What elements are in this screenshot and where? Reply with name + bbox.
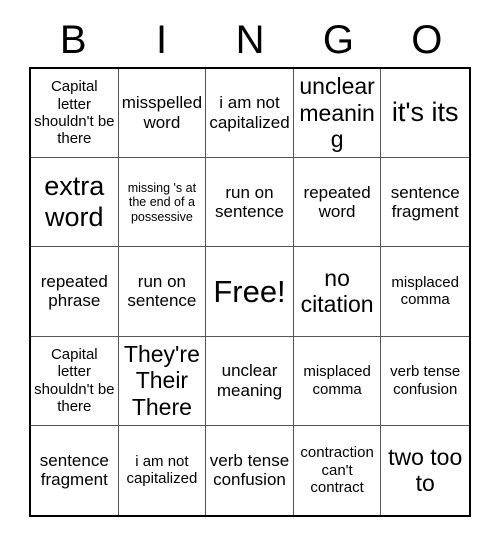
header-letter-b: B — [59, 18, 87, 62]
header-letter-o: O — [411, 18, 443, 62]
header-letter-g: G — [322, 18, 354, 62]
bingo-cell[interactable]: verb tense confusion — [206, 425, 294, 515]
bingo-cell[interactable]: missing 's at the end of a possessive — [118, 158, 207, 248]
bingo-cell-label: contraction can't contract — [300, 444, 374, 497]
bingo-cell-label: Capital letter shouldn't be there — [34, 78, 115, 148]
bingo-cell-label: i am not capitalized — [126, 453, 198, 488]
bingo-cell-label: sentence fragment — [39, 450, 109, 490]
header-letter-i: I — [156, 18, 168, 62]
bingo-grid: Capital letter shouldn't be there misspel… — [29, 67, 471, 517]
bingo-cell[interactable]: two too to — [381, 425, 469, 515]
bingo-cell-label: run on sentence — [214, 182, 284, 222]
bingo-cell[interactable]: run on sentence — [206, 158, 294, 248]
bingo-cell[interactable]: repeated word — [293, 158, 382, 248]
bingo-cell-label: sentence fragment — [390, 182, 460, 222]
bingo-cell[interactable]: contraction can't contract — [293, 425, 382, 515]
bingo-cell-label: repeated phrase — [40, 271, 108, 311]
bingo-cell-label: repeated word — [303, 182, 371, 222]
bingo-cell-label: Free! — [213, 273, 286, 309]
bingo-cell[interactable]: They're Their There — [118, 336, 207, 426]
bingo-cell-label: no citation — [300, 264, 374, 318]
bingo-cell[interactable]: Capital letter shouldn't be there — [31, 69, 119, 159]
bingo-cell-label: misspelled word — [121, 93, 203, 133]
bingo-cell[interactable]: misspelled word — [118, 69, 207, 159]
bingo-cell-label: Capital letter shouldn't be there — [34, 345, 115, 416]
bingo-cell[interactable]: repeated phrase — [31, 247, 119, 337]
bingo-cell[interactable]: misplaced comma — [293, 336, 382, 426]
bingo-cell[interactable]: it's its — [381, 69, 469, 159]
bingo-cell[interactable]: unclear meaning — [206, 336, 294, 426]
bingo-cell-label: misplaced comma — [391, 274, 459, 309]
bingo-cell-label: it's its — [391, 97, 459, 128]
bingo-cell-label: verb tense confusion — [390, 363, 461, 398]
bingo-cell-label: unclear meaning — [299, 73, 375, 153]
bingo-cell[interactable]: i am not capitalized — [206, 69, 294, 159]
bingo-cell-label: unclear meaning — [216, 360, 283, 400]
bingo-cell[interactable]: no citation — [293, 247, 382, 337]
bingo-cell-label: extra word — [44, 170, 105, 233]
bingo-cell[interactable]: extra word — [31, 158, 119, 248]
header-letter-n: N — [235, 18, 265, 62]
bingo-cell[interactable]: unclear meaning — [293, 69, 382, 159]
bingo-cell[interactable]: i am not capitalized — [118, 425, 207, 515]
bingo-cell[interactable]: Free! — [206, 247, 294, 337]
bingo-card: B I N G O Capital letter shouldn't be th… — [0, 0, 500, 544]
bingo-cell-label: missing 's at the end of a possessive — [127, 180, 197, 224]
bingo-cell-label: misplaced comma — [303, 363, 371, 398]
bingo-header: B I N G O — [29, 14, 471, 66]
bingo-cell[interactable]: Capital letter shouldn't be there — [31, 336, 119, 426]
bingo-cell-label: i am not capitalized — [209, 93, 290, 133]
bingo-cell-label: They're Their There — [123, 340, 200, 421]
bingo-cell[interactable]: run on sentence — [118, 247, 207, 337]
bingo-cell[interactable]: verb tense confusion — [381, 336, 469, 426]
bingo-cell-label: two too to — [388, 443, 463, 497]
bingo-cell[interactable]: misplaced comma — [381, 247, 469, 337]
bingo-cell[interactable]: sentence fragment — [31, 425, 119, 515]
bingo-cell[interactable]: sentence fragment — [381, 158, 469, 248]
bingo-cell-label: verb tense confusion — [209, 450, 290, 490]
bingo-cell-label: run on sentence — [127, 271, 197, 311]
